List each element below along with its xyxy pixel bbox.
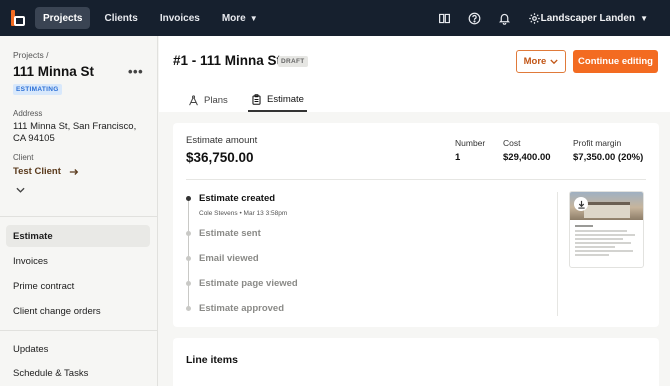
user-menu[interactable]: Landscaper Landen ▼ (541, 0, 648, 36)
estimate-amount-label: Estimate amount (186, 135, 258, 146)
tab-estimate[interactable]: Estimate (248, 88, 307, 112)
clipboard-icon (252, 93, 261, 105)
nav-invoices[interactable]: Invoices (152, 7, 208, 29)
line-items-title: Line items (186, 354, 238, 366)
timeline-track (188, 200, 189, 310)
top-nav: Projects Clients Invoices More ▼ Landscap… (0, 0, 670, 36)
more-button[interactable]: More (516, 50, 566, 73)
chevron-down-icon (550, 59, 558, 64)
page-title: #1 - 111 Minna St (173, 53, 282, 68)
more-options-icon[interactable]: ••• (128, 64, 143, 79)
client-label: Client (13, 153, 34, 162)
line-items-card: Line items (173, 338, 659, 386)
address-line1: 111 Minna St, San Francisco, (13, 121, 137, 132)
sidebar-item-updates[interactable]: Updates (6, 338, 150, 360)
timeline-step-approved: Estimate approved (199, 303, 284, 314)
timeline-step-created: Estimate created (199, 193, 276, 204)
profit-margin-value: $7,350.00 (20%) (573, 152, 644, 163)
number-value: 1 (455, 152, 461, 163)
project-title: 111 Minna St (13, 64, 95, 79)
house-image (584, 202, 630, 218)
nav-clients[interactable]: Clients (96, 7, 145, 29)
sidebar-item-prime-contract[interactable]: Prime contract (6, 275, 150, 297)
timeline-dot (186, 196, 191, 201)
project-sidebar: Projects / 111 Minna St ••• ESTIMATING A… (0, 36, 158, 386)
sidebar-item-invoices[interactable]: Invoices (6, 250, 150, 272)
tab-plans[interactable]: Plans (188, 88, 228, 112)
continue-editing-button[interactable]: Continue editing (573, 50, 658, 73)
bell-icon[interactable] (497, 11, 512, 26)
nav-projects[interactable]: Projects (35, 7, 91, 29)
sidebar-item-schedule-tasks[interactable]: Schedule & Tasks (6, 362, 150, 384)
sidebar-item-estimate[interactable]: Estimate (6, 225, 150, 247)
divider (557, 192, 558, 316)
estimate-preview-thumbnail[interactable] (569, 191, 644, 268)
timeline-step-sent: Estimate sent (199, 228, 261, 239)
chevron-down-icon[interactable] (16, 186, 25, 196)
estimate-amount: $36,750.00 (186, 150, 254, 165)
book-icon[interactable] (437, 11, 452, 26)
breadcrumb[interactable]: Projects / (13, 50, 48, 60)
timeline-dot (186, 231, 191, 236)
chevron-down-icon: ▼ (249, 13, 258, 23)
divider (0, 330, 158, 331)
brand-logo[interactable] (11, 10, 25, 26)
sidebar-item-client-change-orders[interactable]: Client change orders (6, 300, 150, 322)
estimate-summary-card: Estimate amount $36,750.00 Number 1 Cost… (173, 123, 659, 327)
cost-label: Cost (503, 138, 521, 148)
address-line2: CA 94105 (13, 133, 55, 144)
timeline-dot (186, 256, 191, 261)
tab-bar: Plans Estimate (159, 88, 670, 112)
divider (186, 179, 646, 180)
help-icon[interactable] (467, 11, 482, 26)
timeline-dot (186, 306, 191, 311)
profit-margin-label: Profit margin (573, 138, 622, 148)
number-label: Number (455, 138, 486, 148)
compass-icon (189, 94, 198, 105)
download-icon[interactable] (574, 197, 588, 211)
main-content: #1 - 111 Minna St DRAFT More Continue ed… (159, 36, 670, 386)
status-badge: ESTIMATING (13, 84, 62, 95)
divider (0, 216, 158, 217)
cost-value: $29,400.00 (503, 152, 551, 163)
timeline-step-email-viewed: Email viewed (199, 253, 259, 264)
client-link[interactable]: Test Client (13, 166, 79, 177)
timeline-step-page-viewed: Estimate page viewed (199, 278, 298, 289)
status-badge: DRAFT (278, 56, 308, 67)
arrow-right-icon (69, 168, 79, 175)
nav-more[interactable]: More ▼ (214, 7, 266, 29)
chevron-down-icon: ▼ (640, 13, 648, 23)
timeline-step-meta: Cole Stevens • Mar 13 3:58pm (199, 210, 288, 217)
timeline-dot (186, 281, 191, 286)
address-label: Address (13, 109, 43, 118)
